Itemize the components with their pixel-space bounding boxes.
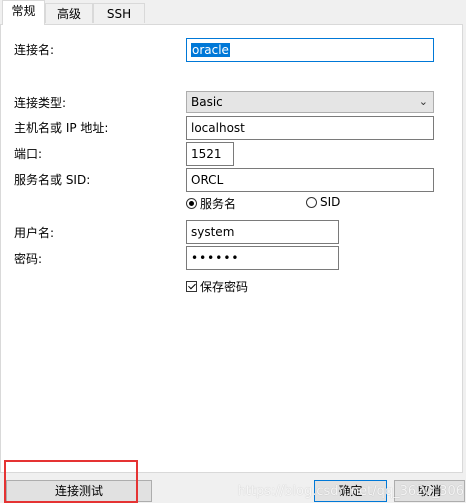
- annotation-highlight-box: [4, 460, 138, 503]
- port-label: 端口:: [14, 147, 43, 161]
- watermark-text: https://blog.csdn.net/qq_3620_306: [237, 484, 464, 499]
- tab-general[interactable]: 常规: [2, 0, 45, 25]
- sid-radio-label: SID: [320, 195, 341, 209]
- port-input[interactable]: 1521: [186, 142, 234, 166]
- service-label: 服务名或 SID:: [14, 173, 91, 187]
- service-name-radio-label: 服务名: [200, 197, 237, 211]
- username-input[interactable]: system: [186, 220, 339, 244]
- save-password-checkbox[interactable]: 保存密码: [186, 278, 248, 295]
- port-value: 1521: [191, 147, 222, 161]
- host-value: localhost: [191, 121, 245, 135]
- username-value: system: [191, 225, 235, 239]
- chevron-down-icon: ⌄: [418, 95, 428, 108]
- password-value: ••••••: [191, 251, 240, 265]
- username-label: 用户名:: [14, 226, 55, 240]
- checkbox-checked-icon: [186, 281, 197, 292]
- tab-advanced[interactable]: 高级: [45, 3, 93, 23]
- password-label: 密码:: [14, 252, 43, 266]
- connection-name-value: oracle: [191, 43, 230, 57]
- connection-name-input[interactable]: oracle: [186, 38, 434, 62]
- tab-bar: 常规 高级 SSH: [0, 0, 466, 25]
- radio-selected-icon: [186, 198, 197, 209]
- connection-type-value: Basic: [191, 95, 223, 109]
- sid-radio[interactable]: SID: [306, 195, 340, 209]
- service-input[interactable]: ORCL: [186, 168, 434, 192]
- connection-name-label: 连接名:: [14, 43, 55, 57]
- connection-type-label: 连接类型:: [14, 96, 67, 110]
- service-value: ORCL: [191, 173, 224, 187]
- radio-unselected-icon: [306, 196, 317, 208]
- service-name-radio[interactable]: 服务名: [186, 195, 236, 212]
- save-password-label: 保存密码: [200, 280, 249, 294]
- host-input[interactable]: localhost: [186, 116, 434, 140]
- general-panel: 连接名: oracle 连接类型: Basic ⌄ 主机名或 IP 地址: lo…: [0, 24, 463, 473]
- password-input[interactable]: ••••••: [186, 246, 339, 270]
- connection-type-select[interactable]: Basic ⌄: [186, 91, 434, 113]
- tab-ssh[interactable]: SSH: [93, 3, 145, 23]
- host-label: 主机名或 IP 地址:: [14, 121, 109, 135]
